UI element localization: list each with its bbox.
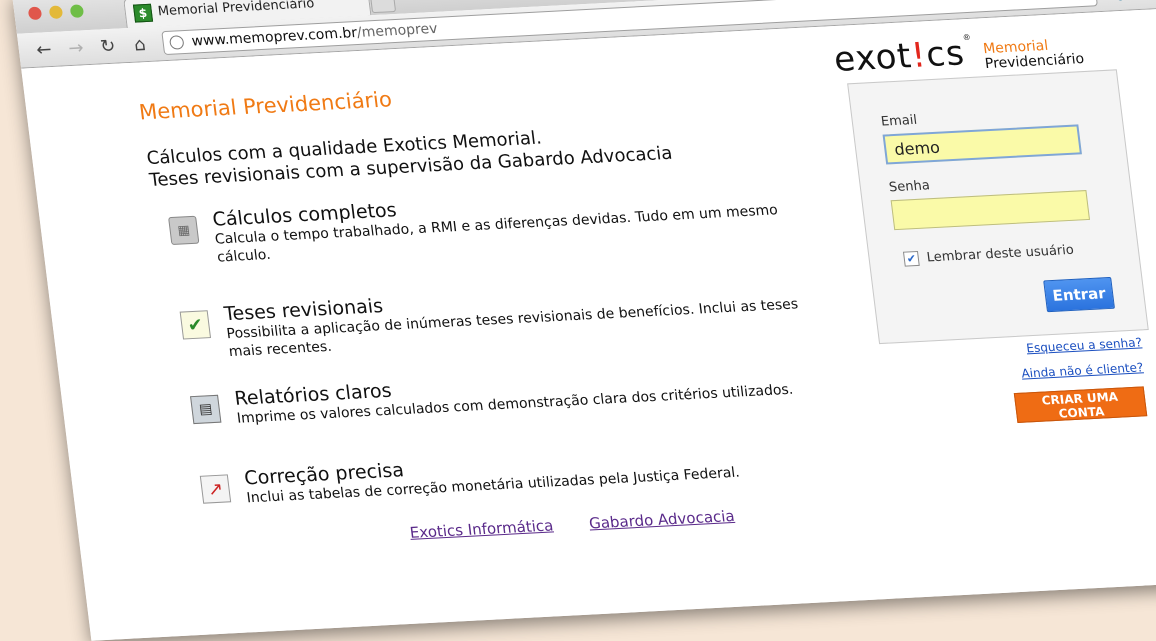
zoom-window-button[interactable] [69,4,85,18]
tab-title: Memorial Previdenciário [157,0,316,20]
intro-text: Cálculos com a qualidade Exotics Memoria… [146,121,674,192]
close-window-button[interactable] [27,6,43,21]
page-title: Memorial Previdenciário [137,87,394,125]
password-label: Senha [888,178,931,196]
footer-link-gabardo[interactable]: Gabardo Advocacia [588,507,736,533]
url-path: /memoprev [356,20,439,41]
site-favicon-icon: $ [132,3,154,23]
remember-checkbox[interactable]: ✔ [902,250,920,267]
logo-subtitle: Memorial Previdenciário [982,37,1086,73]
forgot-password-link[interactable]: Esqueceu a senha? [1026,335,1143,355]
page-content: Memorial Previdenciário Cálculos com a q… [21,7,1156,641]
footer-links: Exotics Informática Gabardo Advocacia [409,507,736,542]
not-client-link[interactable]: Ainda não é cliente? [1021,360,1145,380]
wrench-icon[interactable]: 🔧 [1103,0,1124,3]
home-icon[interactable]: ⌂ [130,33,151,55]
reload-icon[interactable]: ↻ [98,35,119,57]
browser-window: $ Memorial Previdenciário ← → ↻ ⌂ www.me… [12,0,1156,641]
password-field[interactable] [890,190,1091,231]
feature-relatorios: ▤ Relatórios claros Imprime os valores c… [189,356,847,430]
logo-wordmark: exot!cs® [831,32,973,80]
remember-user[interactable]: ✔ Lembrar deste usuário [902,242,1075,267]
create-account-button[interactable]: CRIAR UMA CONTA [1013,386,1148,423]
footer-link-exotics[interactable]: Exotics Informática [409,516,555,541]
email-label: Email [880,112,918,130]
feature-calculos: ▦ Cálculos completos Calcula o tempo tra… [167,177,827,269]
globe-icon [168,35,185,50]
feature-correcao: ↗ Correção precisa Inclui as tabelas de … [199,436,857,510]
feature-teses: ✔ Teses revisionais Possibilita a aplica… [179,271,839,363]
url-host: www.memoprev.com.br [190,25,359,50]
new-tab-button[interactable] [369,0,397,14]
remember-label: Lembrar deste usuário [925,242,1075,266]
printer-icon: ▤ [190,394,222,425]
forward-arrow-icon[interactable]: → [66,37,87,59]
chart-icon: ↗ [199,474,232,504]
checklist-icon: ✔ [179,310,212,340]
back-arrow-icon[interactable]: ← [34,38,55,61]
star-icon[interactable]: ☆ [1075,0,1091,4]
email-field[interactable] [882,124,1082,165]
login-button[interactable]: Entrar [1043,276,1115,313]
calculator-icon: ▦ [168,215,200,245]
login-form: Email Senha ✔ Lembrar deste usuário Entr… [847,69,1149,345]
minimize-window-button[interactable] [48,5,64,20]
window-controls [27,4,85,21]
